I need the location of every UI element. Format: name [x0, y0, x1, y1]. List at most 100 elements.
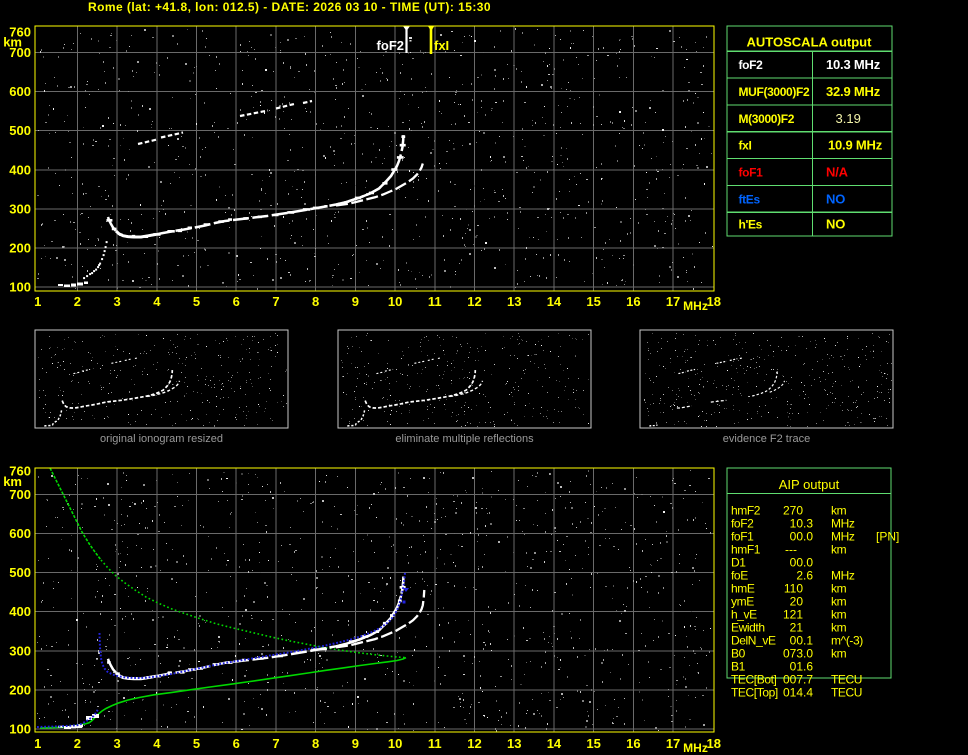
svg-text:h_vE: h_vE [731, 607, 757, 621]
svg-text:MHz: MHz [683, 299, 708, 313]
svg-text:ymE: ymE [731, 594, 754, 608]
svg-text:3.19: 3.19 [836, 111, 861, 126]
svg-text:3: 3 [114, 736, 121, 751]
svg-text:AUTOSCALA output: AUTOSCALA output [747, 35, 873, 50]
svg-text:200: 200 [9, 241, 31, 256]
svg-text:10: 10 [388, 294, 402, 309]
svg-text:10: 10 [388, 736, 402, 751]
svg-text:.0: .0 [803, 646, 813, 660]
svg-text:foF1: foF1 [739, 166, 764, 180]
svg-text:1: 1 [34, 736, 41, 751]
svg-text:hmE: hmE [731, 582, 755, 596]
svg-text:.3: .3 [803, 517, 813, 531]
svg-text:100: 100 [9, 722, 31, 737]
svg-text:5: 5 [193, 294, 200, 309]
svg-text:18: 18 [707, 294, 721, 309]
svg-text:14: 14 [547, 736, 562, 751]
svg-text:12: 12 [467, 294, 481, 309]
svg-text:foF2: foF2 [377, 38, 404, 53]
svg-text:200: 200 [9, 682, 31, 697]
svg-text:original ionogram resized: original ionogram resized [100, 433, 223, 445]
svg-text:12: 12 [467, 736, 481, 751]
svg-text:fxI: fxI [434, 38, 449, 53]
svg-text:eliminate multiple reflections: eliminate multiple reflections [395, 433, 534, 445]
svg-text:007: 007 [783, 672, 803, 686]
svg-text:---: --- [785, 543, 797, 557]
svg-text:B0: B0 [731, 646, 746, 660]
svg-text:2: 2 [74, 294, 81, 309]
svg-text:km: km [831, 543, 847, 557]
svg-text:300: 300 [9, 201, 31, 216]
svg-text:121: 121 [783, 607, 803, 621]
svg-text:km: km [3, 474, 22, 489]
svg-text:[PN]: [PN] [876, 530, 899, 544]
svg-text:10.3 MHz: 10.3 MHz [826, 57, 881, 72]
svg-text:16: 16 [626, 736, 640, 751]
svg-text:16: 16 [626, 294, 640, 309]
svg-text:TEC[Top]: TEC[Top] [731, 685, 778, 699]
svg-text:18: 18 [707, 736, 721, 751]
svg-text:N/A: N/A [826, 165, 849, 180]
svg-text:7: 7 [272, 294, 279, 309]
svg-text:4: 4 [153, 736, 161, 751]
svg-text:fxI: fxI [739, 139, 752, 153]
svg-text:9: 9 [352, 294, 359, 309]
svg-text:00: 00 [790, 556, 804, 570]
svg-text:TEC[Bot]: TEC[Bot] [731, 672, 777, 686]
svg-text:270: 270 [783, 504, 803, 518]
svg-text:13: 13 [507, 294, 521, 309]
svg-text:500: 500 [9, 123, 31, 138]
svg-text:600: 600 [9, 526, 31, 541]
svg-text:km: km [831, 504, 847, 518]
svg-text:10: 10 [790, 517, 804, 531]
svg-text:Rome (lat: +41.8, lon: 012.5): Rome (lat: +41.8, lon: 012.5) - DATE: 20… [88, 0, 491, 14]
svg-text:MHz: MHz [831, 530, 855, 544]
svg-text:foF2: foF2 [731, 517, 754, 531]
svg-text:17: 17 [666, 294, 680, 309]
svg-text:500: 500 [9, 565, 31, 580]
svg-text:11: 11 [428, 736, 442, 751]
svg-text:32.9 MHz: 32.9 MHz [826, 84, 881, 99]
svg-text:6: 6 [233, 736, 240, 751]
svg-text:21: 21 [790, 620, 804, 634]
svg-text:.7: .7 [803, 672, 813, 686]
svg-text:foF1: foF1 [731, 530, 754, 544]
svg-text:hmF2: hmF2 [731, 504, 761, 518]
svg-text:B1: B1 [731, 659, 746, 673]
svg-text:km: km [831, 620, 847, 634]
svg-text:.0: .0 [803, 530, 813, 544]
svg-text:AIP output: AIP output [779, 477, 840, 492]
svg-text:8: 8 [312, 736, 319, 751]
svg-text:MHz: MHz [831, 517, 855, 531]
svg-text:20: 20 [790, 594, 804, 608]
svg-text:1: 1 [34, 294, 41, 309]
svg-text:014: 014 [783, 685, 803, 699]
svg-text:km: km [3, 35, 22, 50]
svg-text:DelN_vE: DelN_vE [731, 633, 776, 647]
svg-text:400: 400 [9, 162, 31, 177]
svg-text:foE: foE [731, 569, 748, 583]
svg-text:hmF1: hmF1 [731, 543, 761, 557]
svg-text:h'Es: h'Es [739, 218, 763, 232]
svg-text:TECU: TECU [831, 672, 862, 686]
svg-text:5: 5 [193, 736, 200, 751]
svg-text:15: 15 [586, 736, 600, 751]
svg-text:9: 9 [352, 736, 359, 751]
svg-text:MUF(3000)F2: MUF(3000)F2 [739, 85, 811, 99]
svg-text:073: 073 [783, 646, 803, 660]
svg-text:6: 6 [233, 294, 240, 309]
svg-text:100: 100 [9, 280, 31, 295]
svg-text:m^(-3): m^(-3) [831, 633, 863, 647]
svg-text:km: km [831, 594, 847, 608]
svg-text:MHz: MHz [831, 569, 855, 583]
svg-text:10.9 MHz: 10.9 MHz [828, 138, 883, 153]
svg-text:km: km [831, 607, 847, 621]
svg-text:.4: .4 [803, 685, 813, 699]
svg-text:7: 7 [272, 736, 279, 751]
svg-text:300: 300 [9, 643, 31, 658]
svg-text:NO: NO [826, 217, 845, 232]
svg-text:evidence F2 trace: evidence F2 trace [723, 433, 810, 445]
svg-text:.1: .1 [803, 633, 813, 647]
svg-text:8: 8 [312, 294, 319, 309]
svg-text:NO: NO [826, 191, 845, 206]
